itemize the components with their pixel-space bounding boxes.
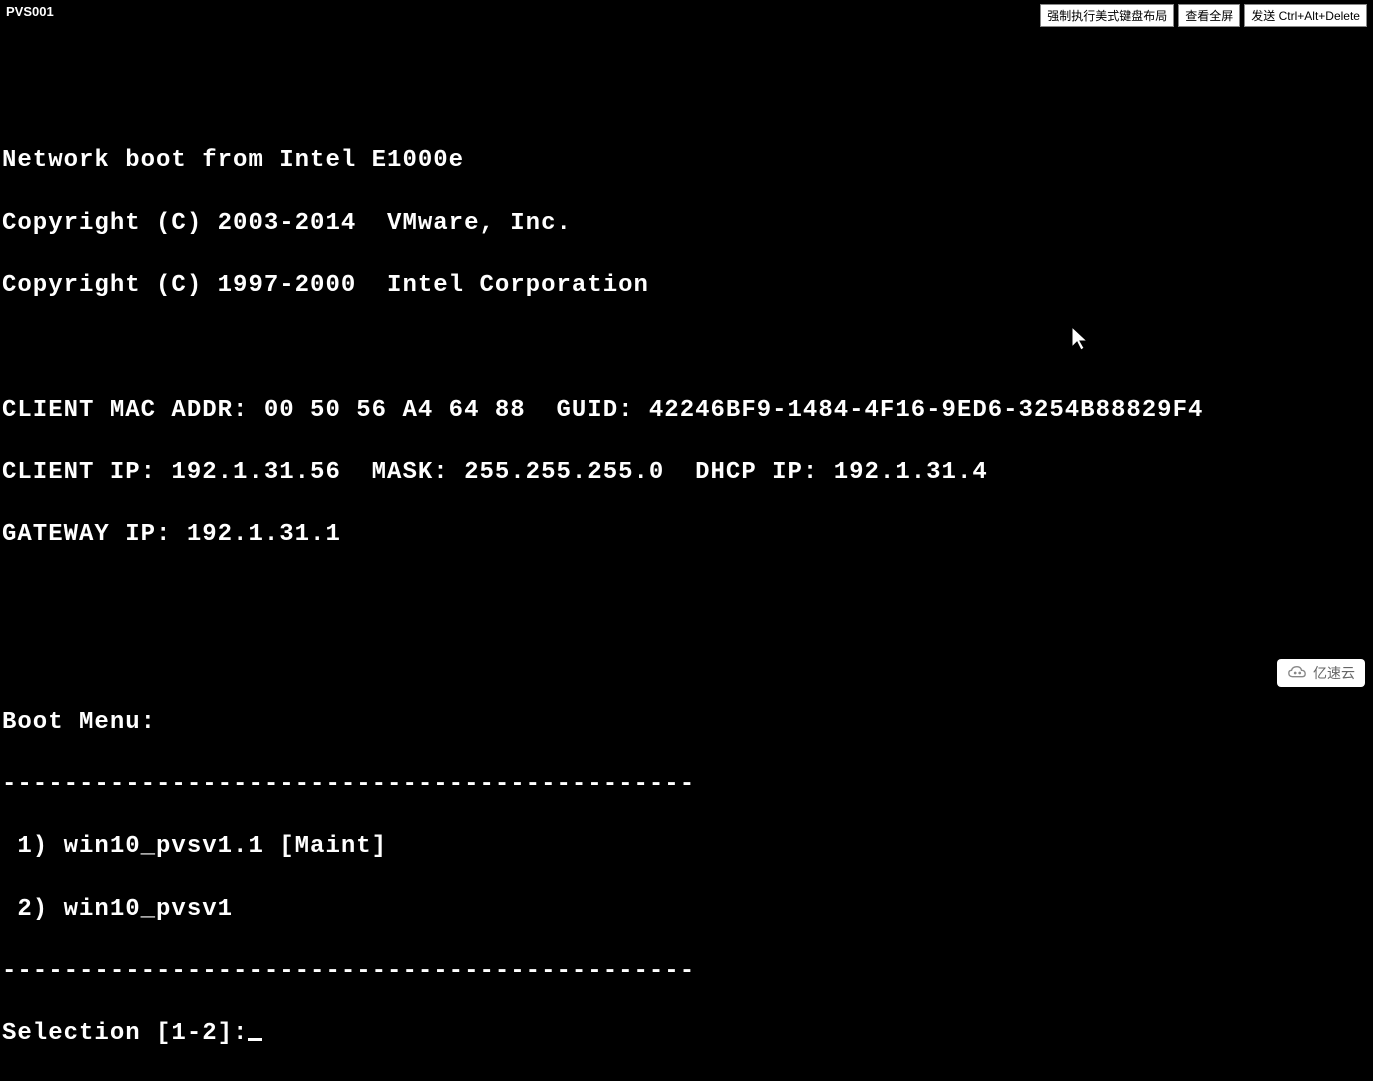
cloud-icon — [1287, 663, 1307, 683]
vm-title: PVS001 — [6, 4, 54, 19]
enforce-us-keyboard-button[interactable]: 强制执行美式键盘布局 — [1040, 4, 1174, 27]
console-header-bar: PVS001 强制执行美式键盘布局 查看全屏 发送 Ctrl+Alt+Delet… — [0, 0, 1373, 24]
view-fullscreen-button[interactable]: 查看全屏 — [1178, 4, 1240, 27]
menu-separator-bottom: ----------------------------------------… — [2, 956, 1373, 987]
blank-line — [2, 332, 1373, 363]
watermark-text: 亿速云 — [1313, 663, 1355, 683]
network-boot-line: Network boot from Intel E1000e — [2, 145, 1373, 176]
blank-line — [2, 582, 1373, 613]
send-ctrl-alt-delete-button[interactable]: 发送 Ctrl+Alt+Delete — [1244, 4, 1367, 27]
intel-copyright-line: Copyright (C) 1997-2000 Intel Corporatio… — [2, 270, 1373, 301]
selection-prompt-line[interactable]: Selection [1-2]: — [2, 1018, 1373, 1049]
boot-console-output: Network boot from Intel E1000e Copyright… — [0, 24, 1373, 1081]
vmware-copyright-line: Copyright (C) 2003-2014 VMware, Inc. — [2, 208, 1373, 239]
menu-separator-top: ----------------------------------------… — [2, 769, 1373, 800]
header-button-group: 强制执行美式键盘布局 查看全屏 发送 Ctrl+Alt+Delete — [1040, 4, 1367, 27]
text-cursor-icon — [248, 1038, 262, 1041]
boot-menu-item-1[interactable]: 1) win10_pvsv1.1 [Maint] — [2, 831, 1373, 862]
boot-menu-item-2[interactable]: 2) win10_pvsv1 — [2, 894, 1373, 925]
blank-line — [2, 644, 1373, 675]
client-ip-line: CLIENT IP: 192.1.31.56 MASK: 255.255.255… — [2, 457, 1373, 488]
client-mac-line: CLIENT MAC ADDR: 00 50 56 A4 64 88 GUID:… — [2, 395, 1373, 426]
boot-menu-title: Boot Menu: — [2, 707, 1373, 738]
selection-prompt-text: Selection [1-2]: — [2, 1020, 248, 1047]
watermark-badge: 亿速云 — [1277, 659, 1365, 687]
gateway-ip-line: GATEWAY IP: 192.1.31.1 — [2, 519, 1373, 550]
